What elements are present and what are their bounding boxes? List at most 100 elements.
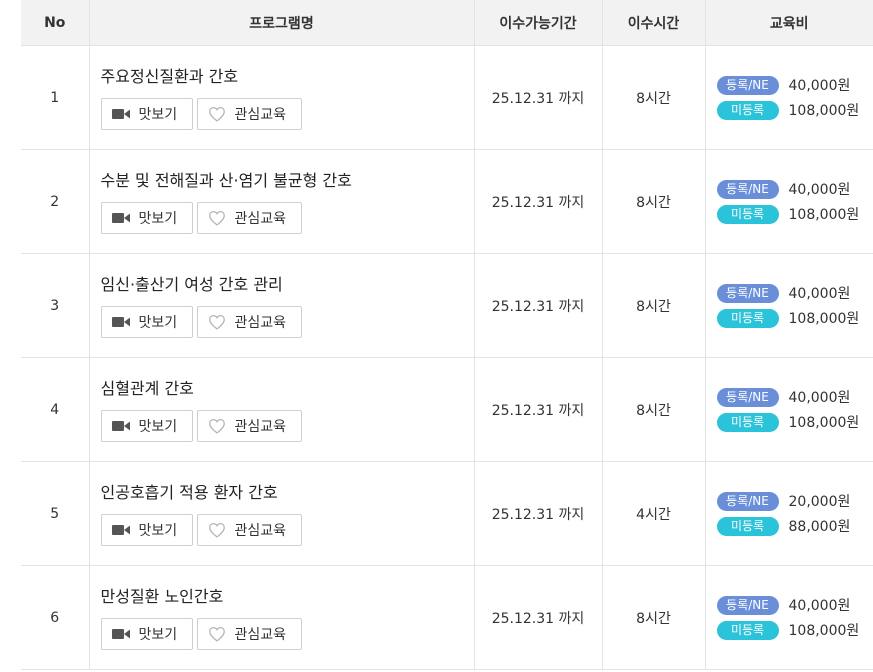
hours-cell: 4시간 xyxy=(602,461,706,566)
preview-button[interactable]: 맛보기 xyxy=(100,514,193,546)
fee-registered-line: 등록/NE 20,000원 xyxy=(716,489,873,514)
table-row: 6 만성질환 노인간호 맛보기 관심교육 25.12.31 까지 8시간 등록/… xyxy=(21,565,873,670)
fee-unregistered-line: 미등록 108,000원 xyxy=(716,618,873,643)
fee-unregistered-line: 미등록 108,000원 xyxy=(716,306,873,331)
row-number-text: 4 xyxy=(50,401,60,418)
period-cell: 25.12.31 까지 xyxy=(474,45,603,150)
registered-price: 40,000원 xyxy=(788,598,851,614)
table-row: 2 수분 및 전해질과 산·염기 불균형 간호 맛보기 관심교육 25.12.3 xyxy=(21,149,873,254)
video-camera-icon xyxy=(111,316,130,328)
period-text: 25.12.31 까지 xyxy=(491,90,585,107)
unregistered-badge: 미등록 xyxy=(716,620,779,640)
program-actions: 맛보기 관심교육 xyxy=(100,202,474,234)
row-number-text: 1 xyxy=(50,89,60,106)
wishlist-button[interactable]: 관심교육 xyxy=(196,202,302,234)
heart-outline-icon xyxy=(208,522,226,538)
period-cell: 25.12.31 까지 xyxy=(474,461,603,566)
fee-registered-line: 등록/NE 40,000원 xyxy=(716,593,873,618)
table-row: 1 주요정신질환과 간호 맛보기 관심교육 25.12.31 까지 8시간 등록… xyxy=(21,45,873,150)
period-text: 25.12.31 까지 xyxy=(491,402,585,419)
program-cell: 주요정신질환과 간호 맛보기 관심교육 xyxy=(89,45,475,150)
period-cell: 25.12.31 까지 xyxy=(474,149,603,254)
hours-cell: 8시간 xyxy=(602,357,706,462)
unregistered-badge: 미등록 xyxy=(716,308,779,328)
heart-outline-icon xyxy=(208,314,226,330)
program-actions: 맛보기 관심교육 xyxy=(100,306,474,338)
fee-registered-line: 등록/NE 40,000원 xyxy=(716,73,873,98)
hours-text: 8시간 xyxy=(636,298,671,315)
program-cell: 임신·출산기 여성 간호 관리 맛보기 관심교육 xyxy=(89,253,475,358)
row-number-text: 5 xyxy=(50,505,60,522)
preview-button[interactable]: 맛보기 xyxy=(100,306,193,338)
hours-cell: 8시간 xyxy=(602,45,706,150)
row-number: 1 xyxy=(21,45,90,150)
program-title[interactable]: 인공호흡기 적용 환자 간호 xyxy=(101,479,474,503)
fee-unregistered-line: 미등록 108,000원 xyxy=(716,98,873,123)
period-text: 25.12.31 까지 xyxy=(491,610,585,627)
header-no: No xyxy=(21,0,90,46)
wishlist-button[interactable]: 관심교육 xyxy=(196,514,302,546)
table-header-row: No 프로그램명 이수가능기간 이수시간 교육비 xyxy=(21,0,873,46)
program-title[interactable]: 수분 및 전해질과 산·염기 불균형 간호 xyxy=(101,167,474,191)
preview-button[interactable]: 맛보기 xyxy=(100,410,193,442)
wishlist-button[interactable]: 관심교육 xyxy=(196,98,302,130)
program-actions: 맛보기 관심교육 xyxy=(100,618,474,650)
period-text: 25.12.31 까지 xyxy=(491,194,585,211)
row-number-text: 6 xyxy=(50,609,60,626)
hours-text: 4시간 xyxy=(636,506,671,523)
wishlist-button[interactable]: 관심교육 xyxy=(196,410,302,442)
row-number-text: 2 xyxy=(50,193,60,210)
fee-cell: 등록/NE 40,000원 미등록 108,000원 xyxy=(705,357,873,462)
video-camera-icon xyxy=(111,212,130,224)
registered-price: 40,000원 xyxy=(788,286,851,302)
registered-badge: 등록/NE xyxy=(716,387,779,407)
video-camera-icon xyxy=(111,108,130,120)
unregistered-badge: 미등록 xyxy=(716,204,779,224)
header-program: 프로그램명 xyxy=(89,0,475,46)
registered-badge: 등록/NE xyxy=(716,179,779,199)
fee-cell: 등록/NE 40,000원 미등록 108,000원 xyxy=(705,45,873,150)
program-title[interactable]: 만성질환 노인간호 xyxy=(101,583,474,607)
wishlist-label: 관심교육 xyxy=(234,419,287,435)
preview-label: 맛보기 xyxy=(138,315,178,331)
program-cell: 수분 및 전해질과 산·염기 불균형 간호 맛보기 관심교육 xyxy=(89,149,475,254)
registered-price: 40,000원 xyxy=(788,182,851,198)
registered-price: 20,000원 xyxy=(788,494,851,510)
fee-registered-line: 등록/NE 40,000원 xyxy=(716,385,873,410)
heart-outline-icon xyxy=(208,418,226,434)
program-cell: 인공호흡기 적용 환자 간호 맛보기 관심교육 xyxy=(89,461,475,566)
preview-label: 맛보기 xyxy=(138,211,178,227)
program-cell: 만성질환 노인간호 맛보기 관심교육 xyxy=(89,565,475,670)
wishlist-button[interactable]: 관심교육 xyxy=(196,306,302,338)
heart-outline-icon xyxy=(208,106,226,122)
row-number: 6 xyxy=(21,565,90,670)
preview-button[interactable]: 맛보기 xyxy=(100,618,193,650)
period-text: 25.12.31 까지 xyxy=(491,506,585,523)
row-number: 3 xyxy=(21,253,90,358)
program-title[interactable]: 심혈관계 간호 xyxy=(101,375,474,399)
preview-button[interactable]: 맛보기 xyxy=(100,98,193,130)
preview-label: 맛보기 xyxy=(138,523,178,539)
fee-unregistered-line: 미등록 108,000원 xyxy=(716,410,873,435)
header-fee: 교육비 xyxy=(705,0,873,46)
fee-cell: 등록/NE 40,000원 미등록 108,000원 xyxy=(705,149,873,254)
table-row: 5 인공호흡기 적용 환자 간호 맛보기 관심교육 25.12.31 까지 4시… xyxy=(21,461,873,566)
heart-outline-icon xyxy=(208,210,226,226)
unregistered-badge: 미등록 xyxy=(716,100,779,120)
fee-registered-line: 등록/NE 40,000원 xyxy=(716,281,873,306)
row-number: 2 xyxy=(21,149,90,254)
hours-cell: 8시간 xyxy=(602,149,706,254)
video-camera-icon xyxy=(111,420,130,432)
unregistered-price: 88,000원 xyxy=(788,519,851,535)
wishlist-label: 관심교육 xyxy=(234,523,287,539)
preview-button[interactable]: 맛보기 xyxy=(100,202,193,234)
wishlist-button[interactable]: 관심교육 xyxy=(196,618,302,650)
program-title[interactable]: 주요정신질환과 간호 xyxy=(101,63,474,87)
program-title[interactable]: 임신·출산기 여성 간호 관리 xyxy=(101,271,474,295)
registered-badge: 등록/NE xyxy=(716,75,779,95)
wishlist-label: 관심교육 xyxy=(234,627,287,643)
header-period: 이수가능기간 xyxy=(474,0,603,46)
hours-cell: 8시간 xyxy=(602,565,706,670)
period-text: 25.12.31 까지 xyxy=(491,298,585,315)
program-cell: 심혈관계 간호 맛보기 관심교육 xyxy=(89,357,475,462)
